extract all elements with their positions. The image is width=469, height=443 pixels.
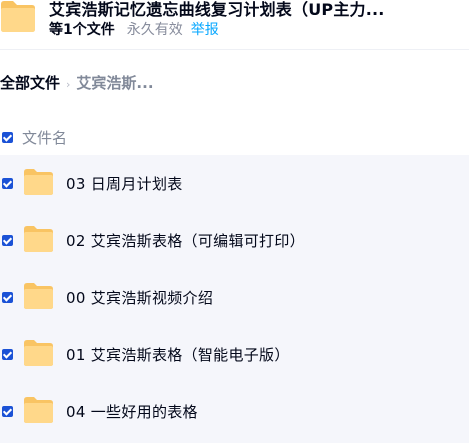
- row-checkbox[interactable]: [2, 292, 13, 303]
- column-name-header[interactable]: 文件名: [22, 127, 67, 148]
- row-checkbox[interactable]: [2, 178, 13, 189]
- folder-icon: [24, 283, 53, 309]
- share-header: 艾宾浩斯记忆遗忘曲线复习计划表（UP主力... 等1个文件 永久有效 举报: [0, 0, 469, 50]
- row-checkbox[interactable]: [2, 349, 13, 360]
- folder-icon: [24, 397, 53, 423]
- validity-text: 永久有效: [126, 22, 183, 38]
- list-item[interactable]: 03 日周月计划表: [0, 155, 469, 212]
- folder-icon: [24, 340, 53, 366]
- list-item[interactable]: 04 一些好用的表格: [0, 383, 469, 440]
- folder-icon: [1, 1, 35, 32]
- file-name[interactable]: 01 艾宾浩斯表格（智能电子版）: [66, 344, 290, 365]
- folder-icon: [24, 169, 53, 195]
- file-name[interactable]: 04 一些好用的表格: [66, 401, 198, 422]
- breadcrumb-current: 艾宾浩斯...: [76, 74, 154, 92]
- header-divider: [0, 49, 469, 50]
- file-list: 03 日周月计划表 02 艾宾浩斯表格（可编辑可打印） 00 艾宾浩斯视频介绍 …: [0, 155, 469, 443]
- select-all-checkbox[interactable]: [2, 132, 13, 143]
- report-link[interactable]: 举报: [191, 22, 219, 38]
- file-name[interactable]: 00 艾宾浩斯视频介绍: [66, 287, 213, 308]
- share-meta: 等1个文件 永久有效 举报: [49, 19, 219, 39]
- row-checkbox[interactable]: [2, 406, 13, 417]
- list-item[interactable]: 00 艾宾浩斯视频介绍: [0, 269, 469, 326]
- breadcrumb: 全部文件 › 艾宾浩斯...: [0, 72, 154, 93]
- row-checkbox[interactable]: [2, 235, 13, 246]
- file-name[interactable]: 03 日周月计划表: [66, 173, 183, 194]
- share-title: 艾宾浩斯记忆遗忘曲线复习计划表（UP主力...: [49, 0, 385, 19]
- breadcrumb-separator-icon: ›: [66, 78, 71, 91]
- list-header: 文件名: [0, 124, 469, 152]
- list-item[interactable]: 02 艾宾浩斯表格（可编辑可打印）: [0, 212, 469, 269]
- folder-icon: [24, 226, 53, 252]
- file-name[interactable]: 02 艾宾浩斯表格（可编辑可打印）: [66, 230, 305, 251]
- list-item[interactable]: 01 艾宾浩斯表格（智能电子版）: [0, 326, 469, 383]
- breadcrumb-root[interactable]: 全部文件: [0, 74, 60, 92]
- file-count: 等1个文件: [49, 22, 115, 38]
